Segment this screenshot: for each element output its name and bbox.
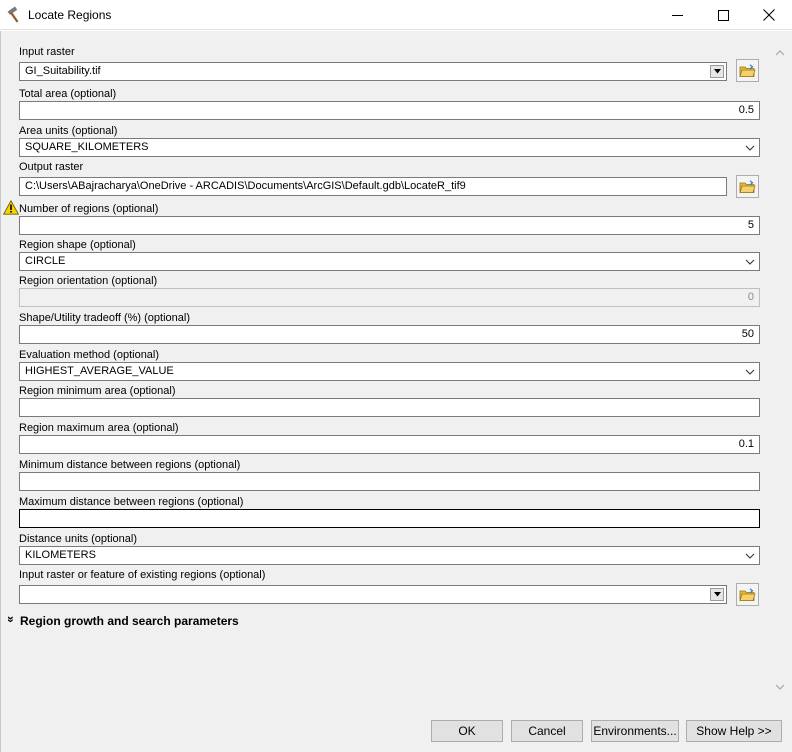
- open-folder-icon: [739, 179, 756, 193]
- distance-units-dropdown[interactable]: KILOMETERS: [19, 546, 760, 565]
- open-folder-icon: [739, 587, 756, 601]
- show-help-button[interactable]: Show Help >>: [686, 720, 782, 742]
- region-orientation-label: Region orientation (optional): [19, 275, 158, 287]
- maximum-distance-label: Maximum distance between regions (option…: [19, 496, 244, 508]
- output-raster-browse-button[interactable]: [736, 175, 759, 198]
- distance-units-value: KILOMETERS: [25, 549, 96, 561]
- minimum-distance-label: Minimum distance between regions (option…: [19, 459, 241, 471]
- existing-regions-browse-button[interactable]: [736, 583, 759, 606]
- region-maximum-area-label: Region maximum area (optional): [19, 422, 179, 434]
- total-area-value: 0.5: [738, 104, 754, 116]
- area-units-label: Area units (optional): [19, 125, 118, 137]
- existing-regions-label: Input raster or feature of existing regi…: [19, 569, 266, 581]
- shape-utility-tradeoff-label: Shape/Utility tradeoff (%) (optional): [19, 312, 190, 324]
- region-maximum-area-field[interactable]: 0.1: [19, 435, 760, 454]
- existing-regions-field[interactable]: [19, 585, 727, 604]
- number-of-regions-label: Number of regions (optional): [19, 203, 159, 215]
- region-orientation-value: 0: [747, 291, 754, 303]
- input-raster-label: Input raster: [19, 46, 75, 58]
- evaluation-method-label: Evaluation method (optional): [19, 349, 160, 361]
- minimize-icon: [671, 14, 683, 16]
- vertical-scrollbar[interactable]: [770, 31, 790, 709]
- region-minimum-area-label: Region minimum area (optional): [19, 385, 176, 397]
- output-raster-label: Output raster: [19, 161, 84, 173]
- window-title: Locate Regions: [28, 8, 112, 22]
- minimum-distance-field[interactable]: [19, 472, 760, 491]
- existing-regions-dropdown-button[interactable]: [710, 588, 724, 601]
- region-shape-label: Region shape (optional): [19, 239, 136, 251]
- ok-button[interactable]: OK: [431, 720, 503, 742]
- number-of-regions-value: 5: [747, 219, 754, 231]
- environments-button[interactable]: Environments...: [591, 720, 679, 742]
- title-bar: Locate Regions: [0, 0, 792, 30]
- region-growth-section-label: Region growth and search parameters: [20, 614, 239, 628]
- maximum-distance-field[interactable]: [19, 509, 760, 528]
- area-units-dropdown[interactable]: SQUARE_KILOMETERS: [19, 138, 760, 157]
- evaluation-method-dropdown[interactable]: HIGHEST_AVERAGE_VALUE: [19, 362, 760, 381]
- region-shape-dropdown[interactable]: CIRCLE: [19, 252, 760, 271]
- minimize-button[interactable]: [654, 0, 700, 30]
- dropdown-arrow-icon: [713, 69, 721, 74]
- output-raster-value: C:\Users\ABajracharya\OneDrive - ARCADIS…: [25, 180, 466, 192]
- input-raster-value: GI_Suitability.tif: [25, 65, 101, 77]
- number-of-regions-field[interactable]: 5: [19, 216, 760, 235]
- input-raster-browse-button[interactable]: [736, 59, 759, 82]
- evaluation-method-value: HIGHEST_AVERAGE_VALUE: [25, 365, 174, 377]
- region-minimum-area-field[interactable]: [19, 398, 760, 417]
- close-icon: [763, 9, 775, 21]
- shape-utility-tradeoff-value: 50: [741, 328, 754, 340]
- cancel-button[interactable]: Cancel: [511, 720, 583, 742]
- region-orientation-field: 0: [19, 288, 760, 307]
- expand-chevron-icon: »: [4, 616, 18, 623]
- region-maximum-area-value: 0.1: [738, 438, 754, 450]
- chevron-down-icon: [745, 369, 755, 375]
- distance-units-label: Distance units (optional): [19, 533, 138, 545]
- close-button[interactable]: [746, 0, 792, 30]
- maximize-button[interactable]: [700, 0, 746, 30]
- warning-icon[interactable]: [3, 200, 19, 215]
- chevron-down-icon: [745, 259, 755, 265]
- region-shape-value: CIRCLE: [25, 255, 66, 267]
- input-raster-field[interactable]: GI_Suitability.tif: [19, 62, 727, 81]
- total-area-label: Total area (optional): [19, 88, 117, 100]
- total-area-field[interactable]: 0.5: [19, 101, 760, 120]
- shape-utility-tradeoff-field[interactable]: 50: [19, 325, 760, 344]
- scroll-up-icon[interactable]: [773, 46, 787, 60]
- hammer-icon: [7, 6, 19, 23]
- dropdown-arrow-icon: [713, 592, 721, 597]
- scroll-down-icon[interactable]: [773, 680, 787, 694]
- area-units-value: SQUARE_KILOMETERS: [25, 141, 149, 153]
- maximize-icon: [717, 9, 729, 21]
- chevron-down-icon: [745, 145, 755, 151]
- region-growth-section-toggle[interactable]: » Region growth and search parameters: [4, 614, 239, 628]
- open-folder-icon: [739, 63, 756, 77]
- input-raster-dropdown-button[interactable]: [710, 65, 724, 78]
- output-raster-field[interactable]: C:\Users\ABajracharya\OneDrive - ARCADIS…: [19, 177, 727, 196]
- chevron-down-icon: [745, 553, 755, 559]
